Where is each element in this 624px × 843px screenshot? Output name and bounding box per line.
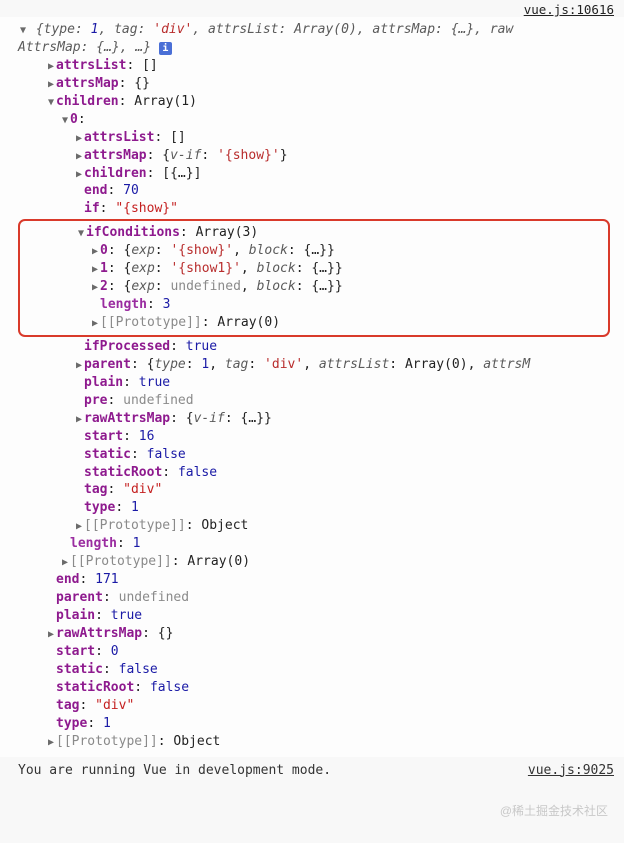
chevron-down-icon[interactable]: ▼ (76, 227, 86, 241)
chevron-right-icon[interactable]: ▶ (74, 132, 84, 146)
c0-tag: ▶tag: "div" (18, 481, 618, 499)
chevron-right-icon[interactable]: ▶ (60, 556, 70, 570)
child-0[interactable]: ▼0: (18, 111, 618, 129)
prop-end: ▶end: 171 (18, 571, 618, 589)
chevron-down-icon[interactable]: ▼ (46, 96, 56, 110)
c0-plain: ▶plain: true (18, 374, 618, 392)
c0-proto[interactable]: ▶[[Prototype]]: Object (18, 517, 618, 535)
chevron-down-icon[interactable]: ▼ (60, 114, 70, 128)
c0-static: ▶static: false (18, 446, 618, 464)
chevron-right-icon[interactable]: ▶ (74, 413, 84, 427)
c0-pre: ▶pre: undefined (18, 392, 618, 410)
ifc-proto[interactable]: ▶[[Prototype]]: Array(0) (20, 314, 608, 332)
prop-static: ▶static: false (18, 661, 618, 679)
c0-ifProcessed: ▶ifProcessed: true (18, 338, 618, 356)
c0-rawAttrsMap[interactable]: ▶rawAttrsMap: {v-if: {…}} (18, 410, 618, 428)
prop-staticRoot: ▶staticRoot: false (18, 679, 618, 697)
highlight-ifConditions: ▼ifConditions: Array(3) ▶0: {exp: '{show… (18, 219, 610, 337)
c0-if: ▶if: "{show}" (18, 200, 618, 218)
children-proto[interactable]: ▶[[Prototype]]: Array(0) (18, 553, 618, 571)
c0-ifConditions[interactable]: ▼ifConditions: Array(3) (20, 224, 608, 242)
c0-children[interactable]: ▶children: [{…}] (18, 165, 618, 183)
console-object-tree: ▼ {type: 1, tag: 'div', attrsList: Array… (0, 17, 624, 757)
chevron-right-icon[interactable]: ▶ (46, 736, 56, 750)
c0-start: ▶start: 16 (18, 428, 618, 446)
chevron-right-icon[interactable]: ▶ (74, 520, 84, 534)
prop-proto[interactable]: ▶[[Prototype]]: Object (18, 733, 618, 751)
object-summary-cont: AttrsMap: {…}, …} i (18, 39, 618, 57)
children-length: ▶length: 1 (18, 535, 618, 553)
prop-attrsMap[interactable]: ▶attrsMap: {} (18, 75, 618, 93)
chevron-right-icon[interactable]: ▶ (46, 628, 56, 642)
chevron-right-icon[interactable]: ▶ (90, 317, 100, 331)
c0-end: ▶end: 70 (18, 182, 618, 200)
chevron-right-icon[interactable]: ▶ (90, 245, 100, 259)
prop-parent: ▶parent: undefined (18, 589, 618, 607)
prop-type: ▶type: 1 (18, 715, 618, 733)
c0-type: ▶type: 1 (18, 499, 618, 517)
watermark: @稀土掘金技术社区 (500, 802, 608, 819)
prop-plain: ▶plain: true (18, 607, 618, 625)
bottom-bar: You are running Vue in development mode.… (0, 757, 624, 780)
chevron-right-icon[interactable]: ▶ (74, 168, 84, 182)
c0-parent[interactable]: ▶parent: {type: 1, tag: 'div', attrsList… (18, 356, 618, 374)
info-icon[interactable]: i (159, 42, 172, 55)
chevron-right-icon[interactable]: ▶ (90, 281, 100, 295)
source-link-bottom[interactable]: vue.js:9025 (528, 763, 614, 778)
chevron-right-icon[interactable]: ▶ (74, 359, 84, 373)
prop-attrsList[interactable]: ▶attrsList: [] (18, 57, 618, 75)
c0-staticRoot: ▶staticRoot: false (18, 464, 618, 482)
prop-start: ▶start: 0 (18, 643, 618, 661)
source-link-top[interactable]: vue.js:10616 (0, 0, 624, 17)
prop-tag: ▶tag: "div" (18, 697, 618, 715)
ifc-0[interactable]: ▶0: {exp: '{show}', block: {…}} (20, 242, 608, 260)
ifc-1[interactable]: ▶1: {exp: '{show1}', block: {…}} (20, 260, 608, 278)
chevron-right-icon[interactable]: ▶ (46, 60, 56, 74)
chevron-right-icon[interactable]: ▶ (46, 78, 56, 92)
chevron-right-icon[interactable]: ▶ (90, 263, 100, 277)
chevron-right-icon[interactable]: ▶ (74, 150, 84, 164)
prop-rawAttrsMap[interactable]: ▶rawAttrsMap: {} (18, 625, 618, 643)
ifc-length: ▶length: 3 (20, 296, 608, 314)
object-summary[interactable]: ▼ {type: 1, tag: 'div', attrsList: Array… (18, 21, 618, 39)
c0-attrsMap[interactable]: ▶attrsMap: {v-if: '{show}'} (18, 147, 618, 165)
prop-children[interactable]: ▼children: Array(1) (18, 93, 618, 111)
ifc-2[interactable]: ▶2: {exp: undefined, block: {…}} (20, 278, 608, 296)
c0-attrsList[interactable]: ▶attrsList: [] (18, 129, 618, 147)
bottom-message: You are running Vue in development mode. (18, 763, 331, 778)
summary-text: {type: 1, tag: 'div', attrsList: Array(0… (36, 22, 514, 37)
chevron-down-icon[interactable]: ▼ (18, 24, 28, 38)
